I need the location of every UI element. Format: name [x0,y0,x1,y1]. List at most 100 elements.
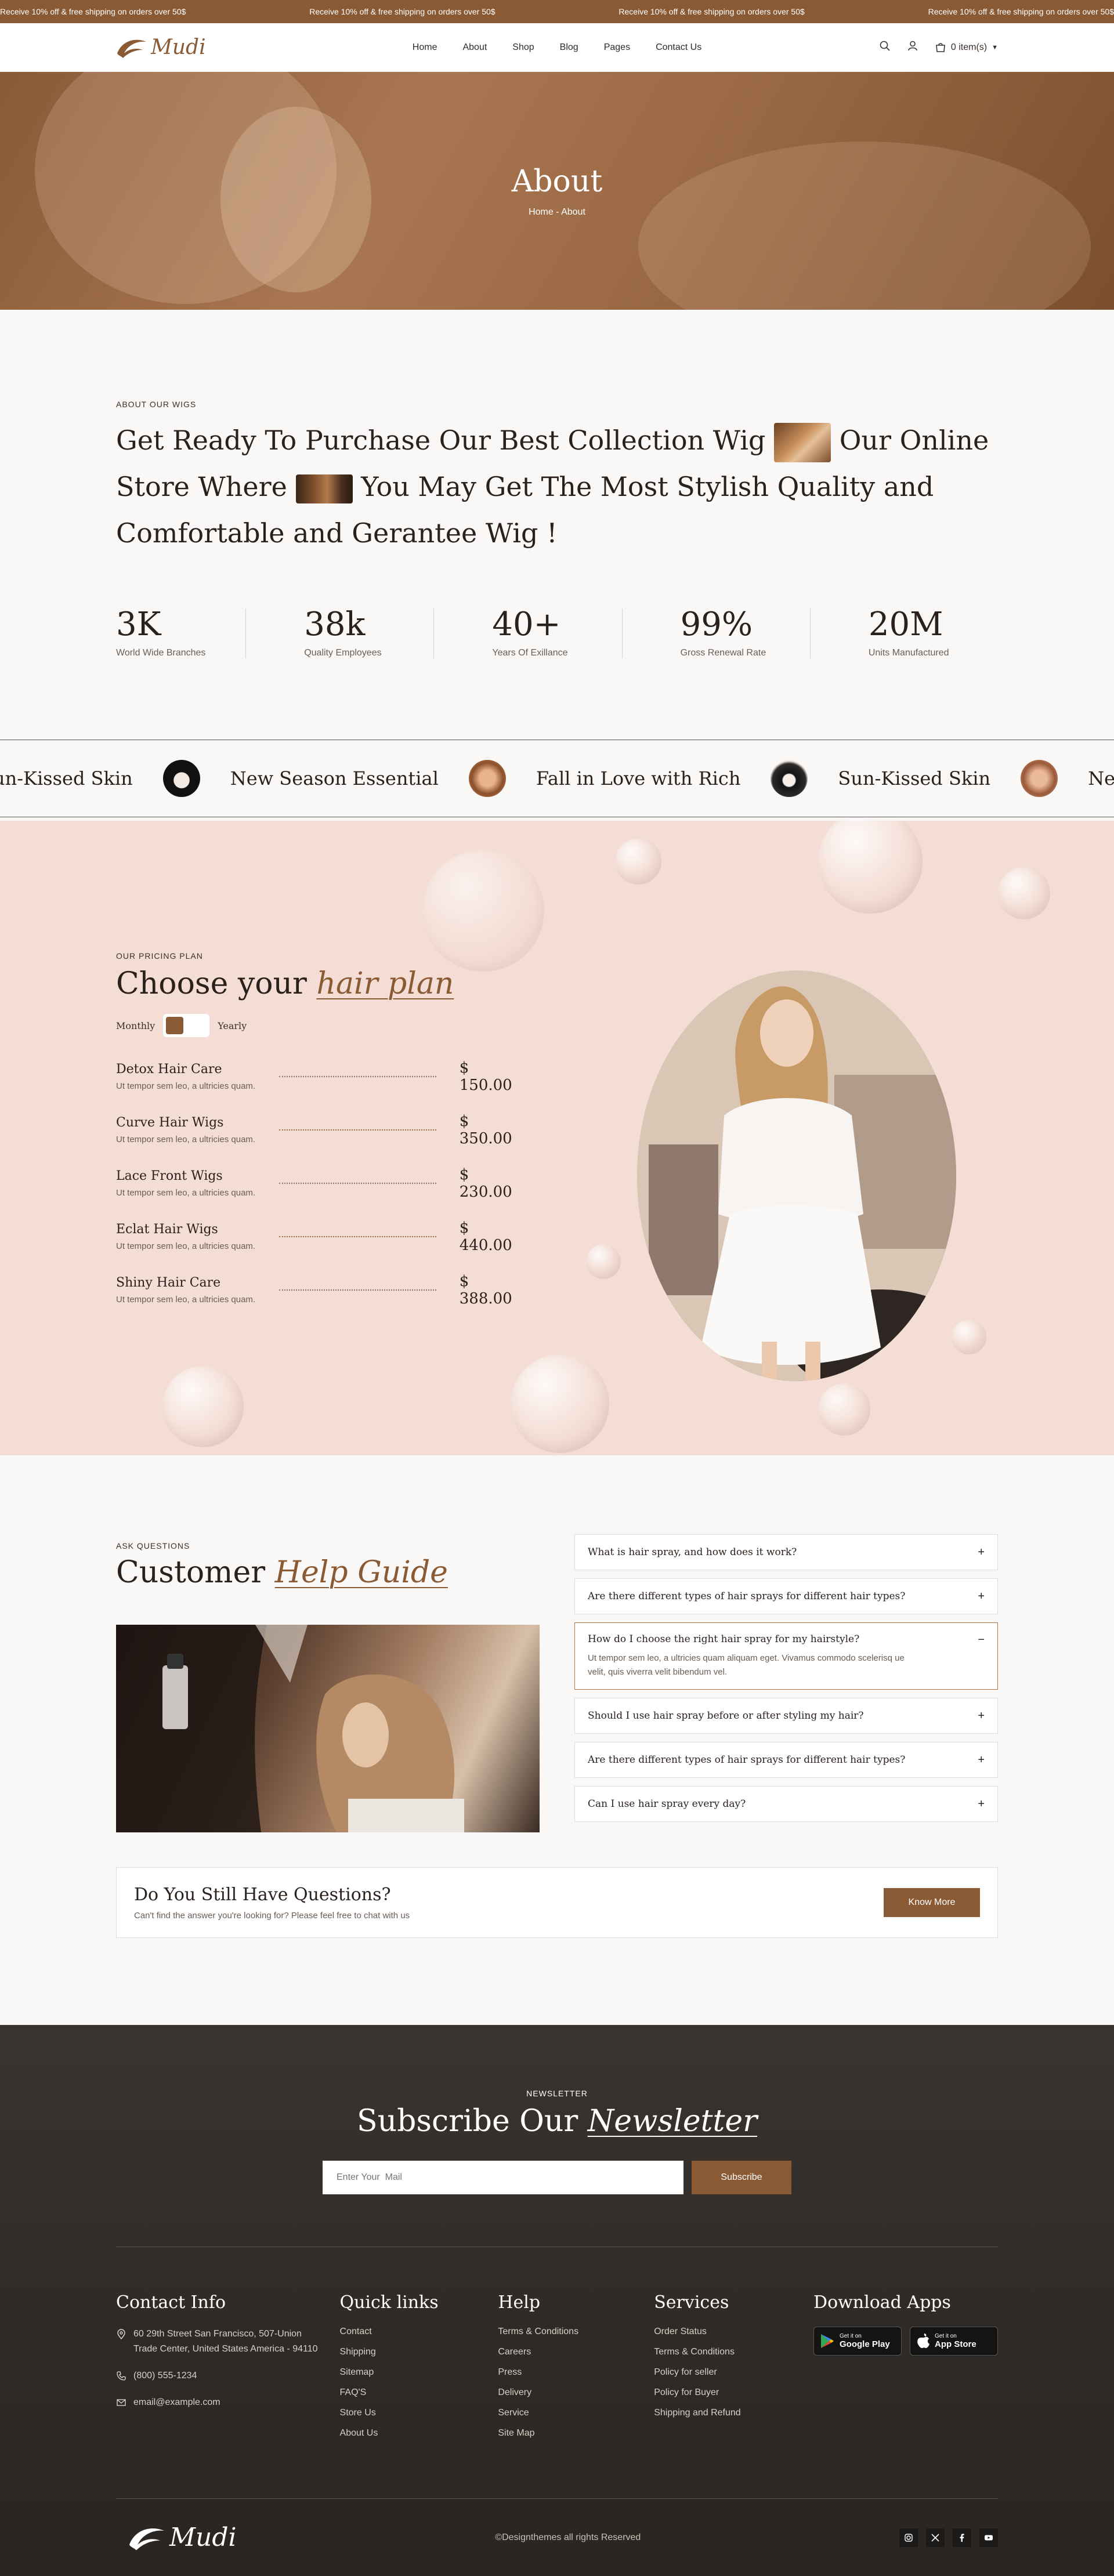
salon-thumbnail [295,474,353,503]
footer-link[interactable]: Terms & Conditions [654,2347,813,2357]
stat-label: Gross Renewal Rate [680,648,766,658]
footer-link[interactable]: Careers [498,2347,654,2357]
footer-link[interactable]: Policy for seller [654,2367,813,2378]
x-icon[interactable] [926,2528,945,2547]
breadcrumb[interactable]: Home - About [529,207,585,218]
hero-photo-shape [220,107,371,292]
faq-item[interactable]: Are there different types of hair sprays… [574,1578,998,1614]
footer-link[interactable]: About Us [340,2428,498,2439]
plan-desc: Ut tempor sem leo, a ultricies quam. [116,1295,256,1305]
plan-name: Lace Front Wigs [116,1169,223,1183]
brand-logo[interactable]: Mudi [116,35,206,59]
footer-logo[interactable]: Mudi [128,2523,237,2552]
footer-link[interactable]: Sitemap [340,2367,498,2378]
plus-icon[interactable]: + [978,1798,985,1811]
plus-icon[interactable]: + [978,1590,985,1603]
search-icon[interactable] [879,40,891,55]
email-text[interactable]: email@example.com [133,2395,220,2410]
faq-question: What is hair spray, and how does it work… [588,1546,797,1558]
faq-item[interactable]: Can I use hair spray every day? + [574,1786,998,1822]
promo-bar: Receive 10% off & free shipping on order… [0,0,1114,23]
email-input[interactable] [323,2161,683,2194]
nav-home[interactable]: Home [413,42,437,53]
site-footer: NEWSLETTER Subscribe Our Newsletter Subs… [0,2025,1114,2576]
nav-about[interactable]: About [462,42,487,53]
app-store-badge[interactable]: Get it on App Store [910,2327,999,2356]
subscribe-button[interactable]: Subscribe [692,2161,791,2194]
still-questions-card: Do You Still Have Questions? Can't find … [116,1867,998,1938]
footer-link[interactable]: FAQ'S [340,2387,498,2398]
stats-row: 3K World Wide Branches 38k Quality Emplo… [116,608,998,658]
footer-link[interactable]: Shipping [340,2347,498,2357]
youtube-icon[interactable] [979,2528,998,2547]
google-play-badge[interactable]: Get it on Google Play [813,2327,902,2356]
cart-icon [935,42,945,52]
model-photo [637,970,956,1381]
faq-item-open[interactable]: How do I choose the right hair spray for… [574,1622,998,1690]
plan-row: Curve Hair Wigs Ut tempor sem leo, a ultr… [116,1113,522,1147]
user-icon[interactable] [907,40,918,55]
billing-toggle-row: Monthly Yearly [116,1014,522,1037]
hair-logo-icon [117,39,146,58]
bubble-decor [615,838,661,885]
footer-link[interactable]: Contact [340,2327,498,2337]
quick-links-column: Quick links Contact Shipping Sitemap FAQ… [340,2292,498,2448]
billing-toggle[interactable] [163,1014,210,1037]
footer-link[interactable]: Terms & Conditions [498,2327,654,2337]
footer-link[interactable]: Store Us [340,2408,498,2418]
footer-link[interactable]: Press [498,2367,654,2378]
about-heading: Get Ready To Purchase Our Best Collectio… [116,417,998,556]
address-row: 60 29th Street San Francisco, 507-Union … [116,2327,340,2357]
faq-left: ASK QUESTIONS Customer Help Guide [116,1541,540,1832]
phone-row: (800) 555-1234 [116,2368,340,2383]
plus-icon[interactable]: + [978,1709,985,1723]
stat-label: Quality Employees [304,648,382,658]
footer-link[interactable]: Delivery [498,2387,654,2398]
instagram-icon[interactable] [899,2528,918,2547]
about-eyebrow: ABOUT OUR WIGS [116,400,197,409]
still-questions-title: Do You Still Have Questions? [134,1885,391,1905]
minus-icon[interactable]: − [978,1633,985,1647]
plus-icon[interactable]: + [978,1753,985,1767]
footer-link[interactable]: Site Map [498,2428,654,2439]
footer-link[interactable]: Policy for Buyer [654,2387,813,2398]
plus-icon[interactable]: + [978,1546,985,1559]
footer-link[interactable]: Service [498,2408,654,2418]
dotted-leader [278,1129,436,1131]
faq-question: Can I use hair spray every day? [588,1798,746,1810]
about-section: ABOUT OUR WIGS Get Ready To Purchase Our… [0,310,1114,658]
footer-link[interactable]: Order Status [654,2327,813,2337]
text-marquee: un-Kissed Skin New Season Essential Fall… [0,740,1114,817]
bubble-decor [586,1244,621,1279]
cart-button[interactable]: 0 item(s) ▼ [935,42,998,53]
about-heading-part: Get Ready To Purchase Our Best Collectio… [116,425,766,456]
newsletter-title: Subscribe Our Newsletter [357,2104,757,2139]
services-column: Services Order Status Terms & Conditions… [654,2292,813,2448]
bubble-decor [952,1320,986,1354]
stat-item: 40+ Years Of Exillance [433,608,621,658]
pricing-title-em: hair plan [316,966,454,1001]
plan-row: Lace Front Wigs Ut tempor sem leo, a ultr… [116,1166,522,1201]
pricing-eyebrow: OUR PRICING PLAN [116,951,203,961]
know-more-button[interactable]: Know More [884,1888,980,1917]
nav-blog[interactable]: Blog [560,42,578,53]
phone-text[interactable]: (800) 555-1234 [133,2368,197,2383]
main-nav: Home About Shop Blog Pages Contact Us [413,42,701,53]
stat-value: 99% [680,606,753,643]
nav-shop[interactable]: Shop [512,42,534,53]
badge-store-name: App Store [935,2339,976,2349]
contact-column: Contact Info 60 29th Street San Francisc… [116,2292,340,2448]
faq-item[interactable]: What is hair spray, and how does it work… [574,1534,998,1570]
nav-contact[interactable]: Contact Us [656,42,701,53]
facebook-icon[interactable] [953,2528,971,2547]
toggle-label-yearly: Yearly [218,1020,247,1031]
model-figure-illustration [637,970,956,1381]
faq-item[interactable]: Are there different types of hair sprays… [574,1742,998,1778]
dotted-leader [278,1236,436,1237]
nav-pages[interactable]: Pages [604,42,630,53]
pricing-title-plain: Choose your [116,966,307,1001]
stat-value: 20M [868,606,943,643]
footer-link[interactable]: Shipping and Refund [654,2408,813,2418]
plan-desc: Ut tempor sem leo, a ultricies quam. [116,1188,256,1198]
faq-item[interactable]: Should I use hair spray before or after … [574,1698,998,1734]
